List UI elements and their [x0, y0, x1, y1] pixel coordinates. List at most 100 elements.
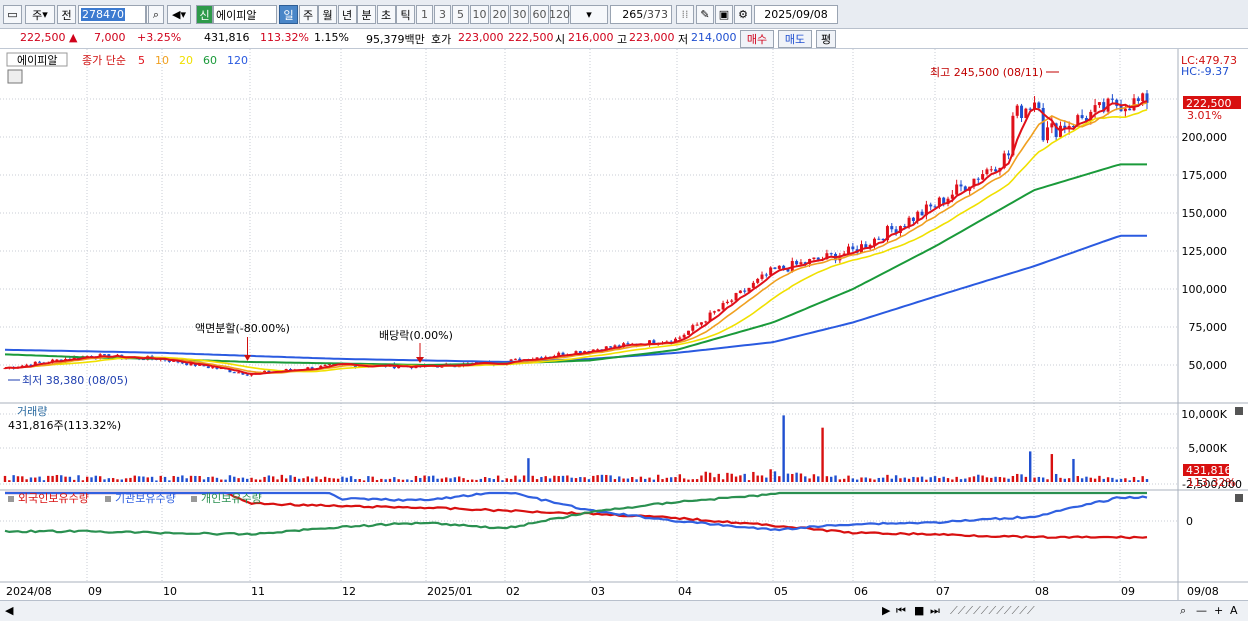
stop-icon[interactable]: ■ [914, 604, 924, 617]
price-tick-label: 75,000 [1189, 321, 1228, 334]
tab-period-4[interactable]: 분 [357, 5, 376, 24]
tab-interval-2[interactable]: 5 [452, 5, 469, 24]
tab-period-label: 분 [361, 8, 372, 22]
tab-interval-0[interactable]: 1 [416, 5, 433, 24]
volume-bar [492, 479, 496, 482]
candle [989, 169, 993, 171]
candle [185, 363, 189, 366]
stock-code-input[interactable]: 278470 [78, 5, 146, 24]
volume-bar [47, 475, 50, 482]
draw-tools-icon[interactable]: ⟋⟋⟋⟋⟋⟋⟋⟋⟋⟋⟋ [950, 604, 1035, 618]
volume-bar [561, 475, 565, 482]
volume-bar [830, 476, 833, 482]
tab-period-5[interactable]: 초 [376, 5, 396, 24]
tab-period-3[interactable]: 년 [337, 5, 357, 24]
search-icon[interactable]: ⌕ [148, 5, 164, 24]
volume-bar [419, 477, 422, 482]
volume-bar [713, 477, 716, 482]
volume-bar [310, 478, 314, 482]
current-pct-label: 3.01% [1187, 109, 1222, 122]
volume-bar [137, 476, 141, 482]
volume-bar [700, 475, 703, 482]
sound-icon[interactable]: ◀▾ [167, 5, 191, 24]
holders-close-icon[interactable] [1235, 494, 1243, 502]
volume-bar [488, 478, 491, 482]
candle [777, 265, 781, 269]
price-tick-label: 150,000 [1182, 207, 1228, 220]
tab-interval-4[interactable]: 20 [490, 5, 509, 24]
count-field[interactable]: 265/373 [610, 5, 672, 24]
volume-title: 거래량 [17, 405, 47, 418]
tab-period-0[interactable]: 일 [279, 5, 298, 24]
tab-period-6[interactable]: 틱 [396, 5, 415, 24]
volume-bar [1080, 478, 1084, 482]
tab-interval-7[interactable]: 120 [549, 5, 570, 24]
volume-bar [1029, 451, 1032, 482]
stock-name-field[interactable]: 에이피알 [213, 5, 277, 24]
scroll-bar[interactable]: ◀ ▶ ⏮ ■ ⏭ ⟋⟋⟋⟋⟋⟋⟋⟋⟋⟋⟋ ⌕ — + A [0, 600, 1248, 621]
holders-legend-0: 외국인보유수량 [18, 492, 89, 505]
volume-bar [224, 479, 227, 482]
volume-bar [804, 476, 807, 482]
buy-button[interactable]: 매수 [740, 30, 774, 48]
volume-bar [146, 477, 149, 482]
zoom-in-icon[interactable]: + [1214, 604, 1223, 617]
eval-button[interactable]: 평 [816, 30, 836, 48]
candle [812, 257, 816, 260]
volume-bar [397, 479, 400, 482]
tab-period-1[interactable]: 주 [298, 5, 318, 24]
ma-legend-20: 20 [179, 54, 193, 67]
volume-close-icon[interactable] [1235, 407, 1243, 415]
save-icon[interactable]: ▣ [715, 5, 733, 24]
volume-bar [280, 474, 284, 482]
volume-bar [639, 476, 643, 482]
candle [102, 354, 106, 356]
candle [1015, 105, 1019, 116]
volume-bar [682, 478, 686, 482]
volume-bar [336, 478, 340, 482]
table-icon[interactable] [7, 69, 23, 84]
scroll-right-icon[interactable]: ▶ [882, 604, 890, 617]
volume-bar [384, 479, 387, 482]
jump-start-icon[interactable]: ⏮ [896, 604, 906, 618]
candle [38, 361, 42, 363]
candle [743, 290, 747, 292]
volume-bar [721, 479, 725, 482]
volume-bar [566, 475, 569, 482]
jump-end-icon[interactable]: ⏭ [930, 604, 940, 618]
tab-interval-1[interactable]: 3 [434, 5, 451, 24]
gear-icon[interactable]: ⚙ [734, 5, 752, 24]
volume-bar [1115, 479, 1118, 482]
tab-interval-6[interactable]: 60 [530, 5, 549, 24]
turnover: 1.15% [314, 31, 349, 44]
tab-interval-5[interactable]: 30 [510, 5, 529, 24]
stock-chart[interactable]: 50,000 75,000 100,000 125,000 150,000 175,000… [0, 49, 1248, 600]
date-field[interactable]: 2025/09/08 [754, 5, 838, 24]
volume-bar [306, 476, 310, 482]
window-icon[interactable]: ▭ [3, 5, 22, 24]
scroll-left-icon[interactable]: ◀ [5, 604, 13, 617]
candle [1080, 115, 1084, 119]
tools-icon[interactable]: ✎ [696, 5, 714, 24]
tab-period-2[interactable]: 월 [318, 5, 337, 24]
volume-bar [362, 480, 366, 482]
sell-button[interactable]: 매도 [778, 30, 812, 48]
prev-button[interactable]: 전 [57, 5, 76, 24]
volume-bar [678, 474, 682, 482]
font-size-icon[interactable]: A [1230, 604, 1238, 617]
zoom-icon[interactable]: ⌕ [1180, 604, 1186, 618]
chart-type-icon[interactable]: ⁞⁞ [676, 5, 694, 24]
volume-bar [1119, 478, 1123, 482]
volume-bar [198, 476, 201, 482]
volume-bar [838, 479, 842, 482]
volume-bar [254, 479, 258, 482]
interval-select[interactable]: ▾ [570, 5, 608, 24]
change-pct: +3.25% [137, 31, 182, 44]
candle [751, 282, 755, 288]
candle [1020, 105, 1024, 118]
market-select[interactable]: 주 ▾ [25, 5, 55, 24]
volume-bar [769, 469, 772, 482]
candle [911, 217, 915, 221]
tab-interval-3[interactable]: 10 [470, 5, 489, 24]
zoom-out-icon[interactable]: — [1196, 604, 1207, 617]
